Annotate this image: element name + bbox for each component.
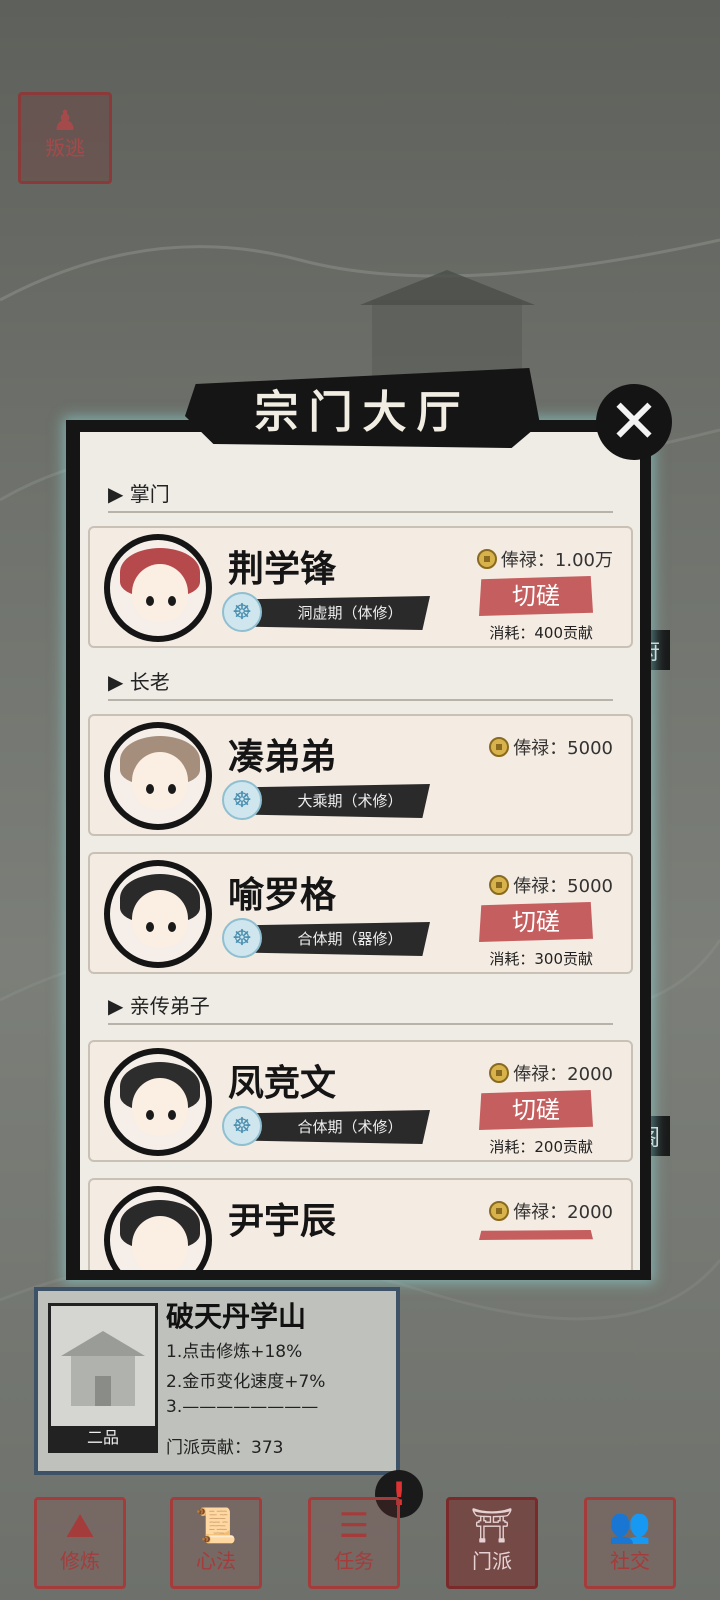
- nav-label: 任务: [334, 1549, 374, 1573]
- nav-label: 社交: [610, 1549, 650, 1573]
- member-card-elder-2[interactable]: 喻罗格 ☸ 合体期（器修） 俸禄：5000 切磋 消耗：300贡献: [88, 852, 633, 974]
- defect-label: 叛逃: [45, 136, 85, 160]
- section-header-leader: ▶ 掌门: [108, 478, 613, 513]
- coin-icon: [489, 1063, 510, 1083]
- cost-label: 消耗：300贡献: [489, 950, 593, 968]
- figure-icon: ♟: [52, 104, 78, 137]
- member-name: 凤竞文: [228, 1063, 337, 1104]
- member-name: 喻罗格: [228, 875, 337, 916]
- building-thumbnail: 二品: [48, 1303, 158, 1453]
- task-icon: ☰: [338, 1506, 370, 1546]
- contribution-label: 门派贡献：373: [166, 1438, 284, 1458]
- realm-label: 大乘期（术修）: [297, 792, 403, 810]
- avatar[interactable]: [104, 534, 212, 642]
- avatar[interactable]: [104, 1048, 212, 1156]
- nav-sect[interactable]: ⛩ 门派: [446, 1497, 538, 1589]
- coin-icon: [489, 1201, 510, 1221]
- spar-button[interactable]: [479, 1230, 593, 1240]
- salary-label: 俸禄：2000: [489, 1060, 613, 1086]
- avatar[interactable]: [104, 722, 212, 830]
- member-name: 荆学锋: [228, 549, 337, 590]
- temple-icon: [61, 1331, 145, 1406]
- salary-label: 俸禄：1.00万: [476, 546, 613, 572]
- nav-social[interactable]: 👥 社交: [584, 1497, 676, 1589]
- defect-button[interactable]: ♟ 叛逃: [18, 92, 112, 184]
- coin-icon: [489, 737, 510, 757]
- nav-label: 门派: [472, 1549, 512, 1573]
- meditation-icon: ☸: [222, 918, 262, 958]
- section-header-disciples: ▶ 亲传弟子: [108, 990, 613, 1025]
- social-icon: 👥: [608, 1506, 652, 1546]
- realm-label: 洞虚期（体修）: [297, 604, 403, 622]
- member-card-elder-1[interactable]: 凑弟弟 ☸ 大乘期（术修） 俸禄：5000: [88, 714, 633, 836]
- grade-label: 二品: [51, 1426, 155, 1450]
- cultivate-icon: ⛰: [65, 1506, 95, 1546]
- member-name: 尹宇辰: [228, 1201, 337, 1242]
- member-card-disciple-1[interactable]: 凤竞文 ☸ 合体期（术修） 俸禄：2000 切磋 消耗：200贡献: [88, 1040, 633, 1162]
- meditation-icon: ☸: [222, 1106, 262, 1146]
- coin-icon: [476, 549, 497, 569]
- section-header-elders: ▶ 长老: [108, 666, 613, 701]
- sect-hall-panel[interactable]: ▶ 掌门 荆学锋 ☸ 洞虚期（体修） 俸禄：1.00万 切磋 消耗：400贡献 …: [80, 432, 640, 1270]
- avatar[interactable]: [104, 860, 212, 968]
- member-card-disciple-2[interactable]: 尹宇辰 俸禄：2000: [88, 1178, 633, 1270]
- panel-title: 宗门大厅: [254, 387, 471, 438]
- member-name: 凑弟弟: [228, 737, 337, 778]
- meditation-icon: ☸: [222, 592, 262, 632]
- cost-label: 消耗：400贡献: [489, 624, 593, 642]
- nav-method[interactable]: 📜 心法: [170, 1497, 262, 1589]
- sect-icon: ⛩: [470, 1506, 514, 1546]
- salary-label: 俸禄：2000: [489, 1198, 613, 1224]
- nav-label: 修炼: [60, 1549, 100, 1573]
- spar-button[interactable]: 切磋: [479, 1090, 593, 1130]
- scroll-icon: 📜: [194, 1506, 238, 1546]
- salary-label: 俸禄：5000: [489, 872, 613, 898]
- cost-label: 消耗：200贡献: [489, 1138, 593, 1156]
- nav-label: 心法: [196, 1549, 236, 1573]
- sect-info-box[interactable]: 二品 破天丹学山 1.点击修炼+18% 2.金币变化速度+7% 3.——————…: [34, 1287, 400, 1475]
- bonus-line-1: 1.点击修炼+18%: [166, 1342, 303, 1362]
- sect-name: 破天丹学山: [166, 1300, 307, 1333]
- close-button[interactable]: ✕: [596, 384, 672, 460]
- realm-label: 合体期（器修）: [297, 930, 403, 948]
- salary-label: 俸禄：5000: [489, 734, 613, 760]
- spar-button[interactable]: 切磋: [479, 576, 593, 616]
- bonus-line-2: 2.金币变化速度+7%: [166, 1372, 326, 1392]
- close-icon: ✕: [608, 387, 660, 457]
- spar-button[interactable]: 切磋: [479, 902, 593, 942]
- meditation-icon: ☸: [222, 780, 262, 820]
- bonus-line-3: 3.————————: [166, 1397, 319, 1417]
- realm-label: 合体期（术修）: [297, 1118, 403, 1136]
- coin-icon: [489, 875, 510, 895]
- avatar[interactable]: [104, 1186, 212, 1270]
- nav-cultivate[interactable]: ⛰ 修炼: [34, 1497, 126, 1589]
- nav-task[interactable]: ☰ 任务: [308, 1497, 400, 1589]
- member-card-leader[interactable]: 荆学锋 ☸ 洞虚期（体修） 俸禄：1.00万 切磋 消耗：400贡献: [88, 526, 633, 648]
